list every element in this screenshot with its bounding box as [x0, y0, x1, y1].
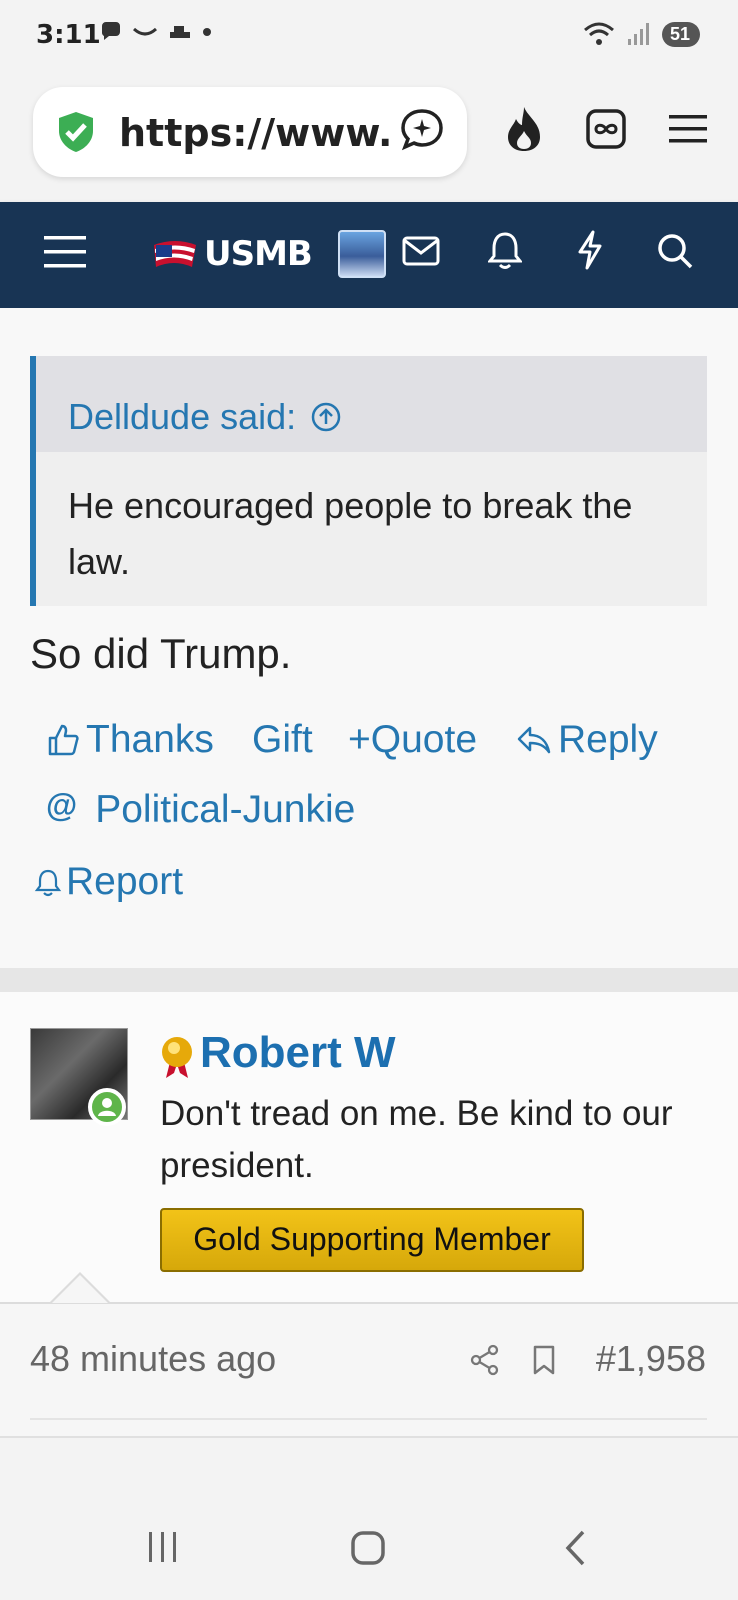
status-time: 3:11 [36, 20, 101, 50]
back-icon[interactable] [564, 1530, 586, 1566]
mention-link[interactable]: @ Political-Junkie [46, 786, 356, 832]
thanks-button[interactable]: Thanks [46, 718, 214, 762]
gift-label: Gift [252, 718, 313, 761]
user-title: Don't tread on me. Be kind to our presid… [160, 1094, 673, 1185]
post-separator [0, 968, 738, 992]
us-flag-icon [154, 241, 196, 267]
thanks-label: Thanks [86, 718, 214, 761]
url-text[interactable]: https://www.usmessageboard.com [119, 111, 391, 155]
browser-toolbar: https://www.usmessageboard.com [0, 75, 738, 202]
system-nav-bar [0, 1438, 738, 1600]
bell-icon[interactable] [488, 230, 522, 270]
user-banner: Gold Supporting Member [160, 1208, 584, 1272]
bookmark-icon[interactable] [532, 1344, 556, 1376]
mention-label: Political-Junkie [95, 788, 356, 831]
quote-button[interactable]: +Quote [348, 718, 477, 762]
share-icon[interactable] [470, 1344, 500, 1376]
quote-header[interactable]: Delldude said: [36, 356, 707, 452]
address-bar[interactable]: https://www.usmessageboard.com [33, 87, 467, 177]
smile-notification-icon [132, 27, 158, 36]
post-timestamp[interactable]: 48 minutes ago [30, 1338, 276, 1380]
signal-icon [627, 23, 649, 45]
shield-check-icon [59, 112, 93, 152]
post-number[interactable]: #1,958 [596, 1338, 706, 1380]
site-header: USMB [0, 202, 738, 308]
wifi-icon [583, 22, 614, 45]
reply-button[interactable]: Reply [516, 718, 658, 762]
chat-sparkle-icon[interactable] [399, 107, 445, 153]
report-button[interactable]: Report [34, 860, 183, 904]
chat-notification-icon [102, 22, 120, 40]
bolt-icon[interactable] [576, 230, 604, 270]
divider [30, 1418, 707, 1420]
reply-label: Reply [558, 718, 658, 761]
search-icon[interactable] [656, 232, 694, 270]
quote-block: Delldude said: He encouraged people to b… [30, 356, 707, 606]
quote-label: +Quote [348, 718, 478, 761]
ship-notification-icon [170, 26, 190, 38]
home-icon[interactable] [350, 1530, 386, 1566]
mail-icon[interactable] [402, 236, 440, 266]
thumbs-up-icon [48, 724, 79, 756]
infinity-tab-icon[interactable] [586, 109, 626, 149]
dot-icon [203, 28, 211, 36]
reply-arrow-icon [517, 726, 551, 754]
post-meta-bar: 48 minutes ago #1,958 [0, 1304, 738, 1438]
message-caret-inner [52, 1275, 108, 1303]
report-bell-icon [34, 869, 62, 897]
site-logo[interactable]: USMB [152, 230, 386, 278]
flame-icon[interactable] [502, 105, 546, 153]
hamburger-menu-icon[interactable] [669, 113, 707, 145]
gift-button[interactable]: Gift [252, 718, 313, 762]
system-icons: 51 [582, 20, 700, 48]
next-post-header: Robert W Don't tread on me. Be kind to o… [0, 992, 738, 1304]
logo-badge-image [337, 230, 386, 278]
hamburger-icon[interactable] [44, 234, 86, 270]
at-sign-icon: @ [46, 786, 78, 823]
recent-apps-icon[interactable] [146, 1530, 180, 1564]
battery-indicator: 51 [661, 21, 700, 47]
quote-text: He encouraged people to break the law. [68, 485, 633, 582]
gold-medal-icon [162, 1037, 192, 1078]
status-bar: 3:11 51 [0, 0, 738, 75]
notification-icons [100, 22, 212, 42]
username[interactable]: Robert W [200, 1028, 396, 1078]
arrow-up-circle-icon[interactable] [310, 401, 342, 433]
logo-text: USMB [204, 234, 313, 274]
online-status-icon [88, 1088, 126, 1126]
quote-author[interactable]: Delldude said: [68, 396, 296, 438]
report-label: Report [66, 860, 184, 903]
post-content: Delldude said: He encouraged people to b… [0, 308, 738, 968]
post-message: So did Trump. [30, 630, 292, 677]
